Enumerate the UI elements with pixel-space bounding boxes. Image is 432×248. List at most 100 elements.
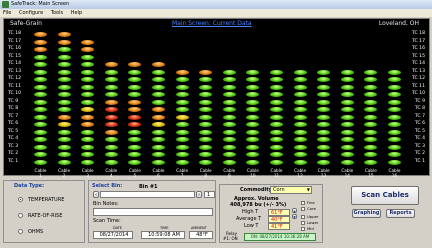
- commodity-select[interactable]: Corn ▼: [270, 186, 312, 194]
- sensor-cable8-tc9[interactable]: [199, 99, 213, 105]
- sensor-cable9-tc12[interactable]: [222, 77, 236, 82]
- check-mid[interactable]: [301, 227, 305, 231]
- sensor-cable5-tc13[interactable]: [128, 69, 142, 75]
- sensor-cable2-tc9[interactable]: [57, 99, 71, 105]
- menu-configure[interactable]: Configure: [19, 10, 43, 16]
- sensor-cable2-tc1[interactable]: [57, 159, 71, 165]
- sensor-cable14-tc2[interactable]: [340, 152, 354, 157]
- sensor-cable1-tc18[interactable]: [34, 32, 47, 37]
- sensor-cable14-tc13[interactable]: [340, 69, 354, 75]
- sensor-cable8-tc11[interactable]: [199, 84, 213, 90]
- sensor-cable8-tc4[interactable]: [199, 137, 213, 142]
- cable-label[interactable]: Cable 7: [175, 168, 189, 178]
- sensor-cable7-tc5[interactable]: [175, 129, 189, 135]
- sensor-cable9-tc2[interactable]: [222, 152, 236, 157]
- sensor-cable10-tc3[interactable]: [246, 144, 260, 150]
- sensor-cable2-tc4[interactable]: [57, 137, 71, 142]
- menu-help[interactable]: Help: [71, 10, 82, 16]
- cable-label[interactable]: Cable 5: [128, 168, 142, 178]
- sensor-cable1-tc9[interactable]: [34, 99, 47, 105]
- sensor-cable14-tc8[interactable]: [340, 107, 354, 112]
- check-core[interactable]: [301, 207, 305, 211]
- sensor-cable12-tc11[interactable]: [293, 84, 307, 90]
- sensor-cable2-tc8[interactable]: [57, 107, 71, 112]
- sensor-cable13-tc11[interactable]: [317, 84, 331, 90]
- sensor-cable13-tc7[interactable]: [317, 114, 331, 120]
- option-temperature[interactable]: TEMPERATURE: [28, 197, 64, 203]
- sensor-cable5-tc11[interactable]: [128, 84, 142, 90]
- sensor-cable3-tc15[interactable]: [81, 54, 95, 60]
- sensor-cable10-tc7[interactable]: [246, 114, 260, 120]
- sensor-cable13-tc6[interactable]: [317, 122, 331, 127]
- sensor-cable7-tc4[interactable]: [175, 137, 189, 142]
- sensor-cable12-tc1[interactable]: [293, 159, 307, 165]
- sensor-cable11-tc5[interactable]: [270, 129, 283, 135]
- sensor-cable3-tc3[interactable]: [81, 144, 95, 150]
- sensor-cable13-tc13[interactable]: [317, 69, 331, 75]
- sensor-cable2-tc17[interactable]: [57, 39, 71, 45]
- sensor-cable8-tc1[interactable]: [199, 159, 213, 165]
- sensor-cable3-tc9[interactable]: [81, 99, 95, 105]
- sensor-cable11-tc2[interactable]: [270, 152, 283, 157]
- sensor-cable14-tc3[interactable]: [340, 144, 354, 150]
- sensor-cable2-tc15[interactable]: [57, 54, 71, 60]
- sensor-cable16-tc7[interactable]: [388, 114, 401, 120]
- sensor-cable15-tc6[interactable]: [364, 122, 378, 127]
- sensor-cable16-tc11[interactable]: [388, 84, 401, 90]
- sensor-cable10-tc11[interactable]: [246, 84, 260, 90]
- sensor-cable16-tc12[interactable]: [388, 77, 401, 82]
- sensor-cable1-tc11[interactable]: [34, 84, 47, 90]
- sensor-cable5-tc8[interactable]: [128, 107, 142, 112]
- sensor-cable4-tc4[interactable]: [104, 137, 118, 142]
- sensor-cable11-tc13[interactable]: [270, 69, 283, 75]
- sensor-cable12-tc3[interactable]: [293, 144, 307, 150]
- check-lower[interactable]: [301, 221, 305, 225]
- sensor-cable2-tc10[interactable]: [57, 92, 71, 97]
- spin-up-button[interactable]: ▲: [292, 208, 297, 213]
- sensor-cable9-tc7[interactable]: [222, 114, 236, 120]
- sensor-cable10-tc6[interactable]: [246, 122, 260, 127]
- sensor-cable3-tc10[interactable]: [81, 92, 95, 97]
- sensor-cable2-tc5[interactable]: [57, 129, 71, 135]
- radio-ohms[interactable]: [18, 229, 23, 234]
- sensor-cable3-tc16[interactable]: [81, 47, 95, 52]
- sensor-cable10-tc1[interactable]: [246, 159, 260, 165]
- cable-label[interactable]: Cable 1: [34, 168, 48, 178]
- option-rate-of-rise[interactable]: RATE-OF-RISE: [28, 213, 62, 219]
- sensor-cable10-tc12[interactable]: [246, 77, 260, 82]
- cable-label[interactable]: Cable 13: [317, 168, 331, 178]
- sensor-cable3-tc8[interactable]: [81, 107, 95, 112]
- cable-label[interactable]: Cable 10: [246, 168, 260, 178]
- cable-label[interactable]: Cable 16: [388, 168, 402, 178]
- sensor-cable11-tc3[interactable]: [270, 144, 283, 150]
- sensor-cable1-tc14[interactable]: [34, 62, 47, 67]
- bin-prev-button[interactable]: ‹: [93, 191, 99, 198]
- sensor-cable1-tc2[interactable]: [34, 152, 47, 157]
- sensor-cable10-tc5[interactable]: [246, 129, 260, 135]
- sensor-cable10-tc4[interactable]: [246, 137, 260, 142]
- sensor-cable9-tc4[interactable]: [222, 137, 236, 142]
- bin-number-field[interactable]: 1: [204, 191, 215, 198]
- sensor-cable8-tc10[interactable]: [199, 92, 213, 97]
- sensor-cable1-tc8[interactable]: [34, 107, 47, 112]
- sensor-cable15-tc4[interactable]: [364, 137, 378, 142]
- sensor-cable15-tc12[interactable]: [364, 77, 378, 82]
- radio-rate-of-rise[interactable]: [18, 213, 23, 218]
- bin-notes-field[interactable]: [93, 208, 213, 216]
- sensor-cable1-tc10[interactable]: [34, 92, 47, 97]
- sensor-cable4-tc3[interactable]: [104, 144, 118, 150]
- sensor-cable1-tc3[interactable]: [34, 144, 47, 150]
- sensor-cable12-tc4[interactable]: [293, 137, 307, 142]
- sensor-cable13-tc3[interactable]: [317, 144, 331, 150]
- sensor-cable7-tc2[interactable]: [175, 152, 189, 157]
- sensor-cable6-tc2[interactable]: [152, 152, 165, 157]
- sensor-cable7-tc1[interactable]: [175, 159, 189, 165]
- sensor-cable9-tc8[interactable]: [222, 107, 236, 112]
- sensor-cable11-tc9[interactable]: [270, 99, 283, 105]
- check-fine[interactable]: [301, 201, 305, 205]
- sensor-cable10-tc9[interactable]: [246, 99, 260, 105]
- sensor-cable8-tc8[interactable]: [199, 107, 213, 112]
- sensor-cable3-tc5[interactable]: [81, 129, 95, 135]
- sensor-cable1-tc5[interactable]: [34, 129, 47, 135]
- sensor-cable4-tc9[interactable]: [104, 99, 118, 105]
